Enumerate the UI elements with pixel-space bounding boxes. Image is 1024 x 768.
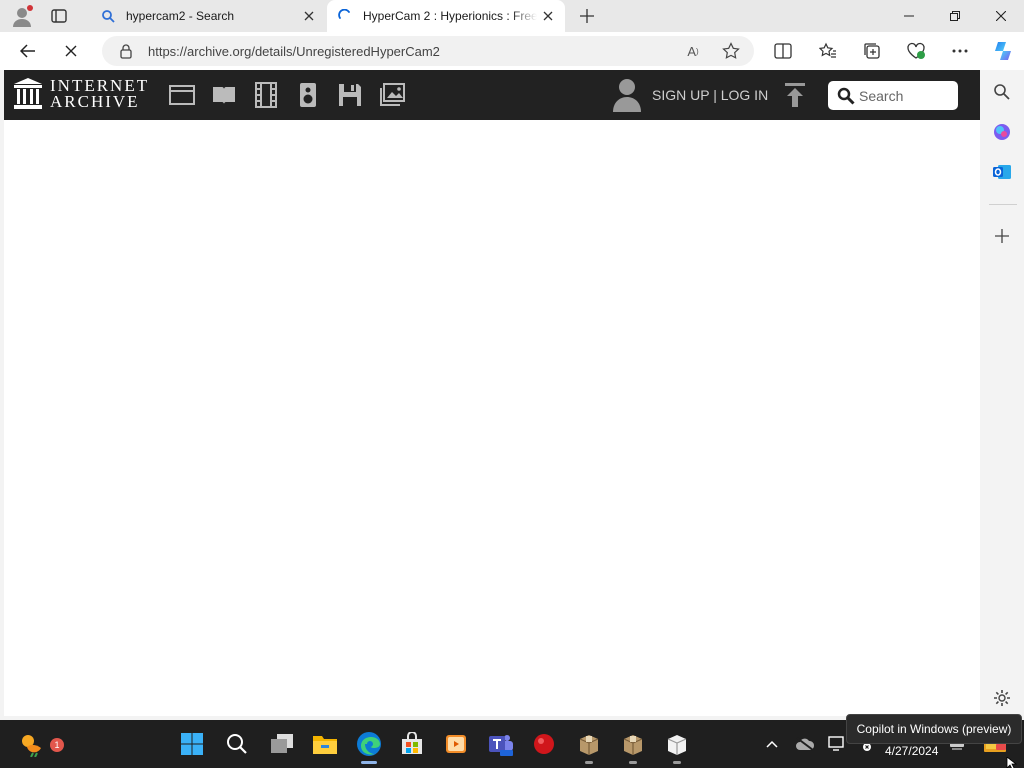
app-indicator: [673, 761, 681, 764]
file-explorer-icon[interactable]: [311, 730, 339, 758]
copilot-icon[interactable]: [990, 120, 1014, 144]
logo-line-2: ARCHIVE: [50, 92, 140, 111]
stop-loading-button[interactable]: [58, 39, 84, 63]
tab-title: hypercam2 - Search: [126, 9, 235, 23]
close-tab-icon[interactable]: [537, 5, 559, 27]
split-screen-icon[interactable]: [770, 39, 796, 63]
add-icon[interactable]: [990, 224, 1014, 248]
more-options-icon[interactable]: [947, 39, 973, 63]
search-icon[interactable]: [990, 80, 1014, 104]
box-icon[interactable]: [663, 730, 691, 758]
upload-icon[interactable]: [784, 82, 806, 108]
new-tab-button[interactable]: [576, 5, 598, 27]
favorite-star-icon[interactable]: [722, 42, 740, 60]
favorites-icon[interactable]: [815, 39, 841, 63]
app-indicator: [585, 761, 593, 764]
ia-top-nav: INTERNET ARCHIVE SIGN UP | LOG IN: [4, 70, 980, 120]
start-icon[interactable]: [178, 730, 206, 758]
url-text[interactable]: https://archive.org/details/Unregistered…: [148, 44, 684, 59]
app-indicator: [629, 761, 637, 764]
onedrive-offline-icon[interactable]: [795, 734, 815, 754]
settings-icon[interactable]: [990, 686, 1014, 710]
search-icon[interactable]: [223, 730, 251, 758]
signup-login-link[interactable]: SIGN UP | LOG IN: [652, 87, 768, 103]
media-player-icon[interactable]: [442, 730, 470, 758]
record-icon[interactable]: [530, 730, 558, 758]
weather-widget-icon[interactable]: 1: [18, 730, 64, 758]
close-window-button[interactable]: [978, 0, 1024, 32]
software-icon[interactable]: [337, 82, 363, 108]
outlook-icon[interactable]: [990, 160, 1014, 184]
read-aloud-label: A: [687, 43, 696, 59]
copilot-icon[interactable]: [990, 39, 1016, 63]
restore-button[interactable]: [932, 0, 978, 32]
texts-icon[interactable]: [211, 82, 237, 108]
tab-actions-icon[interactable]: [48, 6, 70, 26]
tab-title: HyperCam 2 : Hyperionics : Free Download: [363, 9, 537, 23]
display-icon[interactable]: [827, 734, 847, 754]
sidebar-divider: [989, 204, 1017, 205]
lock-icon[interactable]: [118, 43, 134, 59]
video-icon[interactable]: [253, 82, 279, 108]
package-icon[interactable]: [619, 730, 647, 758]
ia-search-box[interactable]: [828, 81, 958, 110]
search-icon[interactable]: [837, 87, 855, 105]
notification-badge: 1: [50, 738, 64, 752]
show-hidden-icons-icon[interactable]: [762, 734, 782, 754]
ia-search-input[interactable]: [859, 87, 955, 104]
web-icon[interactable]: [169, 82, 195, 108]
tab-hypercam[interactable]: HyperCam 2 : Hyperionics : Free Download: [327, 0, 565, 32]
edge-sidebar: [981, 70, 1024, 718]
address-bar[interactable]: https://archive.org/details/Unregistered…: [102, 36, 754, 66]
web-page: INTERNET ARCHIVE SIGN UP | LOG IN: [4, 70, 980, 716]
active-app-indicator: [361, 761, 377, 764]
profile-icon[interactable]: [10, 4, 34, 28]
tooltip: Copilot in Windows (preview): [846, 714, 1022, 744]
images-icon[interactable]: [379, 82, 405, 108]
minimize-button[interactable]: [886, 0, 932, 32]
search-icon: [100, 8, 116, 24]
title-bar: hypercam2 - Search HyperCam 2 : Hyperion…: [0, 0, 1024, 32]
audio-icon[interactable]: [295, 82, 321, 108]
browser-toolbar: https://archive.org/details/Unregistered…: [0, 32, 1024, 70]
package-icon[interactable]: [575, 730, 603, 758]
teams-icon[interactable]: [487, 730, 515, 758]
user-avatar-icon[interactable]: [612, 78, 642, 112]
loading-spinner-icon: [337, 8, 353, 24]
edge-icon[interactable]: [355, 730, 383, 758]
read-aloud-icon[interactable]: A): [684, 42, 702, 60]
mouse-cursor-icon: [1006, 756, 1018, 768]
archive-temple-icon: [14, 78, 42, 110]
collections-icon[interactable]: [859, 39, 885, 63]
store-icon[interactable]: [398, 730, 426, 758]
clock-date[interactable]: 4/27/2024: [885, 744, 938, 758]
task-view-icon[interactable]: [268, 730, 296, 758]
tab-search[interactable]: hypercam2 - Search: [90, 0, 326, 32]
close-tab-icon[interactable]: [298, 5, 320, 27]
browser-essentials-icon[interactable]: [903, 39, 929, 63]
back-button[interactable]: [15, 39, 41, 63]
ia-logo[interactable]: INTERNET ARCHIVE: [14, 77, 149, 111]
